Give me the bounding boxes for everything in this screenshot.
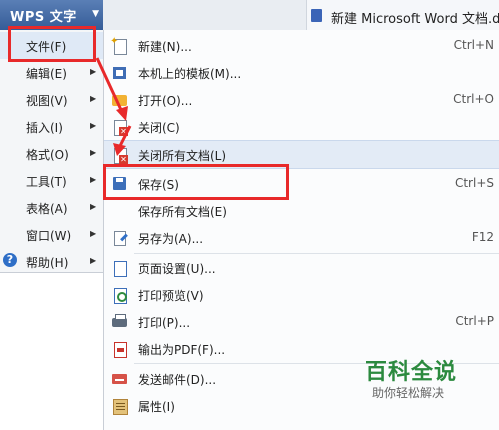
menu-item-view[interactable]: 视图(V) ▶ bbox=[0, 86, 103, 113]
menu-item-edit[interactable]: 编辑(E) ▶ bbox=[0, 59, 103, 86]
document-tab-title: 新建 Microsoft Word 文档.do bbox=[331, 12, 499, 27]
mail-icon bbox=[112, 371, 128, 387]
tab-strip-background bbox=[103, 0, 306, 30]
menu-item-label: 格式(O) bbox=[26, 148, 69, 162]
menu-item-format[interactable]: 格式(O) ▶ bbox=[0, 140, 103, 167]
document-tab[interactable]: 新建 Microsoft Word 文档.do bbox=[306, 0, 499, 30]
chevron-right-icon: ▶ bbox=[90, 148, 97, 157]
annotation-box-file bbox=[8, 26, 96, 62]
menu-item-label: 窗口(W) bbox=[26, 229, 72, 243]
menu-item-label: 属性(I) bbox=[138, 400, 175, 414]
word-document-icon bbox=[311, 9, 322, 22]
file-menu-page-setup[interactable]: 页面设置(U)... bbox=[104, 254, 499, 281]
menu-item-label: 本机上的模板(M)... bbox=[138, 67, 242, 81]
page-setup-icon bbox=[112, 260, 128, 277]
file-menu-close[interactable]: ✕ 关闭(C) bbox=[104, 113, 499, 140]
menu-item-label: 编辑(E) bbox=[26, 67, 67, 81]
file-menu-print-preview[interactable]: 打印预览(V) bbox=[104, 281, 499, 308]
chevron-right-icon: ▶ bbox=[90, 121, 97, 130]
chevron-right-icon: ▶ bbox=[90, 202, 97, 211]
chevron-down-icon: ▼ bbox=[92, 9, 99, 19]
menu-item-label: 关闭所有文档(L) bbox=[138, 149, 227, 163]
close-document-icon: ✕ bbox=[112, 119, 128, 136]
file-menu-local-templates[interactable]: 本机上的模板(M)... bbox=[104, 59, 499, 86]
properties-icon bbox=[112, 398, 128, 415]
watermark-title: 百科全说 bbox=[365, 360, 458, 385]
file-menu-print[interactable]: 打印(P)... Ctrl+P bbox=[104, 308, 499, 335]
file-menu-new[interactable]: ✦ 新建(N)... Ctrl+N bbox=[104, 32, 499, 59]
open-folder-icon bbox=[112, 92, 128, 108]
menu-item-table[interactable]: 表格(A) ▶ bbox=[0, 194, 103, 221]
menu-item-label: 打印(P)... bbox=[138, 316, 191, 330]
shortcut-label: Ctrl+S bbox=[454, 176, 494, 190]
menu-item-label: 打开(O)... bbox=[138, 94, 193, 108]
new-document-icon: ✦ bbox=[110, 36, 128, 55]
menu-item-label: 视图(V) bbox=[26, 94, 68, 108]
printer-icon bbox=[112, 314, 128, 330]
menu-item-label: 页面设置(U)... bbox=[138, 262, 216, 276]
menu-item-label: 另存为(A)... bbox=[138, 232, 204, 246]
watermark-subtitle: 助你轻松解决 bbox=[372, 386, 445, 400]
menu-item-help[interactable]: ? 帮助(H) ▶ bbox=[0, 248, 103, 275]
shortcut-label: Ctrl+O bbox=[453, 92, 494, 106]
help-icon: ? bbox=[3, 253, 17, 267]
file-menu-save-as[interactable]: 另存为(A)... F12 bbox=[104, 224, 499, 251]
menu-item-label: 输出为PDF(F)... bbox=[138, 343, 226, 357]
document-area bbox=[0, 273, 103, 430]
shortcut-label: Ctrl+P bbox=[455, 314, 494, 328]
shortcut-label: Ctrl+N bbox=[453, 38, 494, 52]
menu-item-label: 发送邮件(D)... bbox=[138, 373, 217, 387]
save-as-icon bbox=[112, 230, 128, 246]
menu-item-window[interactable]: 窗口(W) ▶ bbox=[0, 221, 103, 248]
annotation-box-save bbox=[103, 164, 289, 200]
wps-app-menu-label: WPS 文字 bbox=[10, 10, 77, 25]
document-margin bbox=[0, 273, 8, 430]
menu-item-label: 新建(N)... bbox=[138, 40, 192, 54]
file-menu-open[interactable]: 打开(O)... Ctrl+O bbox=[104, 86, 499, 113]
shortcut-label: F12 bbox=[471, 230, 494, 244]
menu-item-label: 工具(T) bbox=[26, 175, 67, 189]
print-preview-icon bbox=[112, 287, 128, 304]
file-menu-save-all[interactable]: 保存所有文档(E) bbox=[104, 197, 499, 224]
main-menu-list: 文件(F) 编辑(E) ▶ 视图(V) ▶ 插入(I) ▶ 格式(O) ▶ 工具… bbox=[0, 30, 104, 273]
chevron-right-icon: ▶ bbox=[90, 175, 97, 184]
chevron-right-icon: ▶ bbox=[90, 229, 97, 238]
pdf-icon bbox=[112, 341, 128, 358]
menu-item-label: 保存所有文档(E) bbox=[138, 205, 227, 219]
menu-item-label: 插入(I) bbox=[26, 121, 63, 135]
chevron-right-icon: ▶ bbox=[90, 67, 97, 76]
template-icon bbox=[112, 65, 128, 81]
menu-item-label: 表格(A) bbox=[26, 202, 68, 216]
chevron-right-icon: ▶ bbox=[90, 256, 97, 265]
menu-item-label: 关闭(C) bbox=[138, 121, 180, 135]
menu-item-tools[interactable]: 工具(T) ▶ bbox=[0, 167, 103, 194]
chevron-right-icon: ▶ bbox=[90, 94, 97, 103]
menu-item-label: 帮助(H) bbox=[26, 256, 69, 270]
menu-item-label: 打印预览(V) bbox=[138, 289, 204, 303]
close-all-icon: ✕ bbox=[112, 147, 128, 164]
menu-item-insert[interactable]: 插入(I) ▶ bbox=[0, 113, 103, 140]
